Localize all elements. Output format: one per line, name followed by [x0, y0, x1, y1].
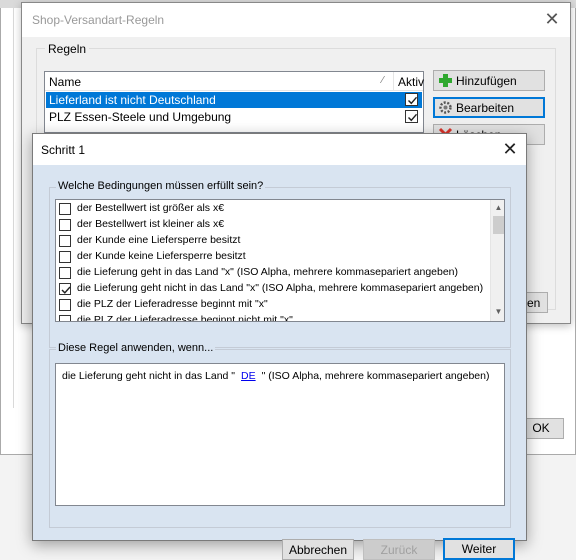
- rules-close-label: en: [527, 296, 541, 310]
- condition-item[interactable]: die Lieferung geht in das Land "x" (ISO …: [59, 265, 491, 281]
- edit-rule-label: Bearbeiten: [456, 101, 515, 115]
- apply-rule-groupbox: Diese Regel anwenden, wenn... die Liefer…: [49, 342, 511, 528]
- condition-checkbox[interactable]: [59, 219, 71, 231]
- condition-label: der Kunde keine Liefersperre besitzt: [77, 250, 246, 262]
- condition-label: die PLZ der Lieferadresse beginnt nicht …: [77, 314, 293, 322]
- step-close-icon[interactable]: ✕: [499, 138, 521, 160]
- condition-label: die Lieferung geht nicht in das Land "x"…: [77, 282, 484, 294]
- rules-dialog-titlebar: Shop-Versandart-Regeln ✕: [22, 3, 570, 37]
- condition-item[interactable]: die Lieferung geht nicht in das Land "x"…: [59, 281, 491, 297]
- rule-preview-text: die Lieferung geht nicht in das Land " DE…: [62, 370, 489, 382]
- rules-close-icon[interactable]: ✕: [542, 9, 562, 29]
- condition-label: die Lieferung geht in das Land "x" (ISO …: [77, 266, 459, 278]
- condition-label: der Kunde eine Liefersperre besitzt: [77, 234, 241, 246]
- condition-item[interactable]: die PLZ der Lieferadresse beginnt nicht …: [59, 313, 491, 322]
- checkmark-icon: [61, 286, 71, 294]
- condition-label: die PLZ der Lieferadresse beginnt mit "x…: [77, 298, 268, 310]
- apply-rule-group-label: Diese Regel anwenden, wenn...: [56, 342, 216, 354]
- column-header-name[interactable]: Name: [49, 75, 81, 89]
- condition-item[interactable]: der Kunde eine Liefersperre besitzt: [59, 233, 491, 249]
- condition-item[interactable]: der Kunde keine Liefersperre besitzt: [59, 249, 491, 265]
- column-separator[interactable]: [393, 72, 394, 91]
- rule-preview-prefix: die Lieferung geht nicht in das Land ": [62, 370, 236, 382]
- step-dialog-title: Schritt 1: [41, 143, 86, 157]
- rule-preview-suffix: " (ISO Alpha, mehrere kommasepariert ang…: [261, 370, 490, 382]
- conditions-checklist[interactable]: der Bestellwert ist größer als x€ der Be…: [55, 199, 505, 322]
- step-dialog-titlebar: Schritt 1 ✕: [33, 134, 526, 165]
- rule-active-checkbox[interactable]: [405, 93, 418, 106]
- rules-list-header: Name ⁄ Aktiv: [45, 72, 424, 91]
- back-label: Zurück: [380, 543, 418, 557]
- rule-active-checkbox[interactable]: [405, 110, 418, 123]
- condition-item[interactable]: die PLZ der Lieferadresse beginnt mit "x…: [59, 297, 491, 313]
- condition-checkbox[interactable]: [59, 267, 71, 279]
- rules-group-label: Regeln: [45, 42, 90, 56]
- scroll-up-icon[interactable]: ▲: [491, 202, 504, 214]
- condition-label: der Bestellwert ist größer als x€: [77, 202, 225, 214]
- checkmark-icon: [408, 113, 418, 122]
- condition-item[interactable]: der Bestellwert ist kleiner als x€: [59, 217, 491, 233]
- main-window-left-panel: [2, 8, 14, 408]
- next-button[interactable]: Weiter: [443, 538, 515, 560]
- scroll-thumb[interactable]: [493, 216, 504, 234]
- cancel-label: Abbrechen: [288, 543, 348, 557]
- checkmark-icon: [408, 96, 418, 105]
- step-dialog: Schritt 1 ✕ Welche Bedingungen müssen er…: [32, 133, 527, 560]
- conditions-group-label: Welche Bedingungen müssen erfüllt sein?: [56, 180, 266, 192]
- condition-checkbox[interactable]: [59, 203, 71, 215]
- condition-label: der Bestellwert ist kleiner als x€: [77, 218, 225, 230]
- scroll-down-icon[interactable]: ▼: [491, 306, 504, 318]
- rules-list-row[interactable]: Lieferland ist nicht Deutschland: [46, 92, 422, 108]
- add-rule-label: Hinzufügen: [456, 74, 517, 88]
- country-value-link[interactable]: DE: [241, 370, 256, 382]
- cancel-button[interactable]: Abbrechen: [282, 539, 354, 560]
- conditions-scrollbar[interactable]: ▲ ▼: [490, 200, 504, 321]
- rule-name: PLZ Essen-Steele und Umgebung: [49, 110, 232, 124]
- back-button[interactable]: Zurück: [363, 539, 435, 560]
- rules-list-row[interactable]: PLZ Essen-Steele und Umgebung: [46, 109, 422, 125]
- column-header-active[interactable]: Aktiv: [398, 75, 424, 89]
- rules-list[interactable]: Name ⁄ Aktiv Lieferland ist nicht Deutsc…: [44, 71, 424, 133]
- condition-checkbox[interactable]: [59, 315, 71, 321]
- condition-checkbox[interactable]: [59, 251, 71, 263]
- column-resize-icon: ⁄: [382, 75, 384, 86]
- condition-item[interactable]: der Bestellwert ist größer als x€: [59, 201, 491, 217]
- gear-icon: [439, 101, 452, 114]
- step-dialog-body: Welche Bedingungen müssen erfüllt sein? …: [33, 165, 526, 560]
- rule-name: Lieferland ist nicht Deutschland: [49, 93, 216, 107]
- conditions-groupbox: Welche Bedingungen müssen erfüllt sein? …: [49, 180, 511, 348]
- plus-icon: [439, 74, 452, 87]
- add-rule-button[interactable]: Hinzufügen: [433, 70, 545, 91]
- next-label: Weiter: [461, 542, 497, 556]
- rule-preview-box: die Lieferung geht nicht in das Land " DE…: [55, 363, 505, 506]
- rules-dialog-title: Shop-Versandart-Regeln: [32, 13, 165, 27]
- condition-checkbox[interactable]: [59, 283, 71, 295]
- edit-rule-button[interactable]: Bearbeiten: [433, 97, 545, 118]
- condition-checkbox[interactable]: [59, 235, 71, 247]
- condition-checkbox[interactable]: [59, 299, 71, 311]
